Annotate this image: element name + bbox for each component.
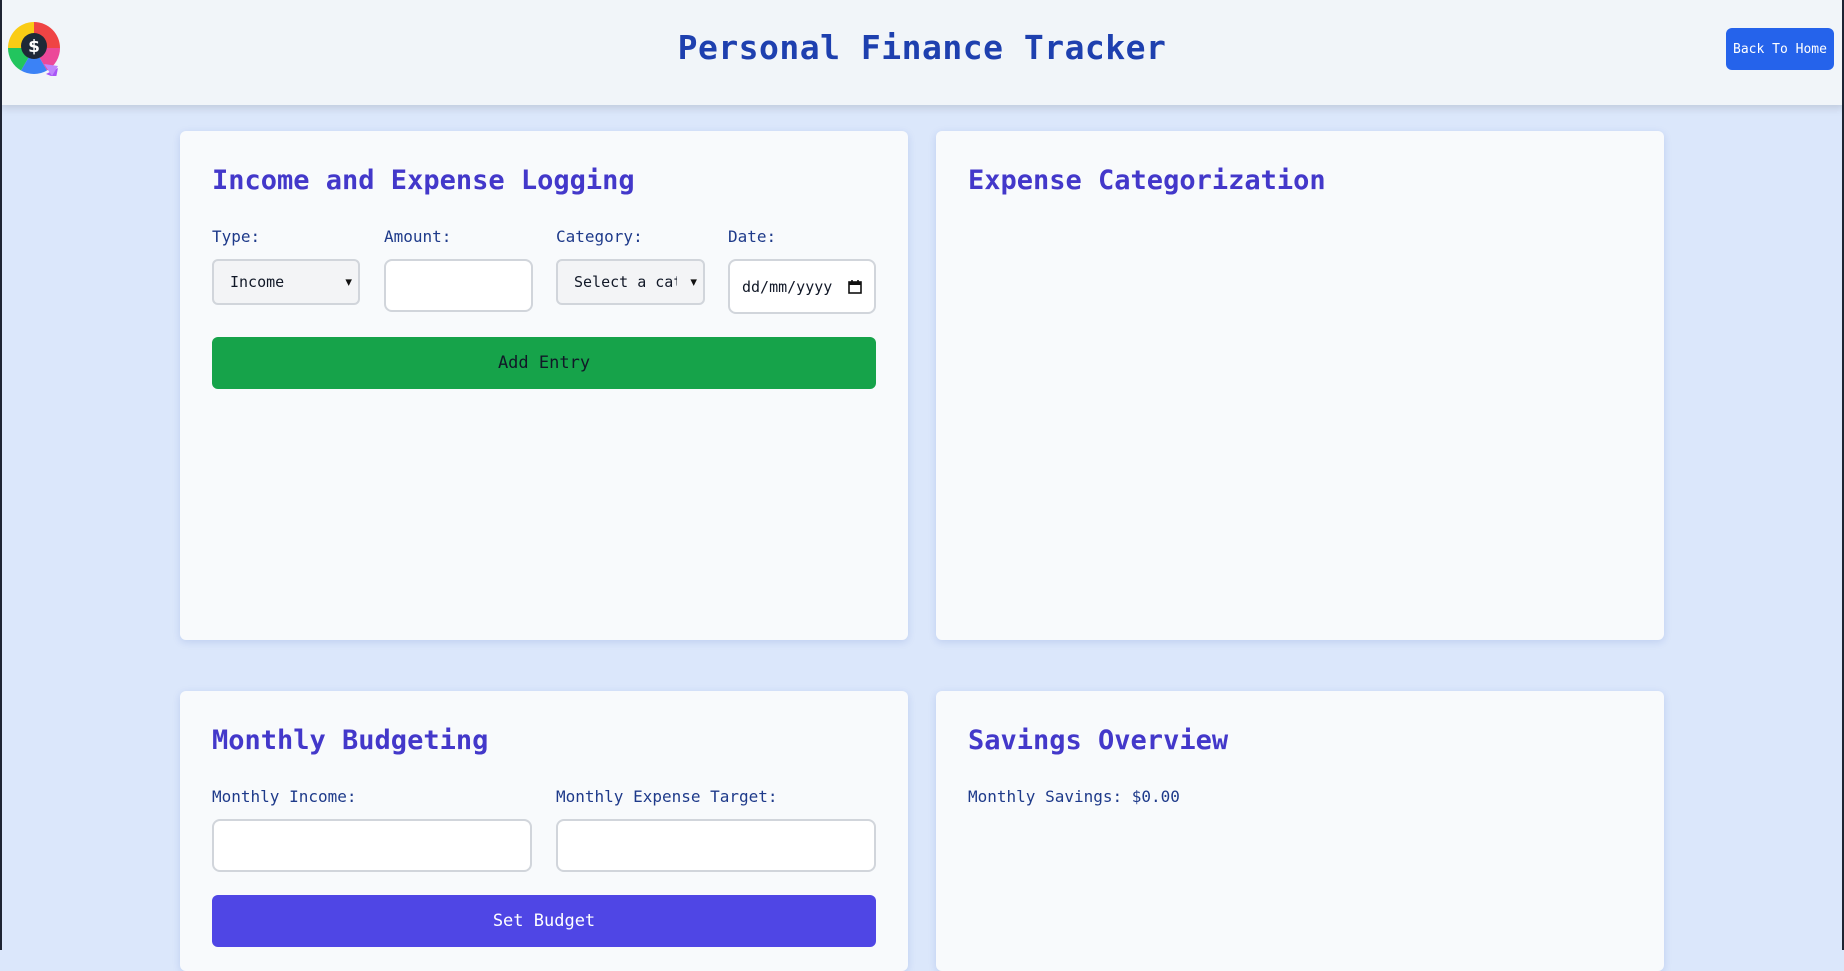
monthly-savings-text: Monthly Savings: $0.00: [968, 787, 1180, 806]
categorization-card-title: Expense Categorization: [968, 165, 1326, 196]
expense-categorization-card: Expense Categorization: [936, 131, 1664, 640]
monthly-budgeting-card: Monthly Budgeting Monthly Income: Monthl…: [180, 691, 908, 971]
chevron-down-icon: ▼: [345, 275, 352, 289]
monthly-income-label: Monthly Income:: [212, 787, 357, 806]
chevron-down-icon: ▼: [690, 275, 697, 289]
monthly-savings-label: Monthly Savings:: [968, 787, 1123, 806]
add-entry-button[interactable]: Add Entry: [212, 337, 876, 389]
monthly-savings-value: $0.00: [1131, 787, 1180, 806]
date-input[interactable]: dd/mm/yyyy: [728, 259, 876, 314]
window-border-left: [0, 0, 2, 950]
date-label: Date:: [728, 227, 777, 246]
page-title: Personal Finance Tracker: [677, 28, 1167, 67]
date-placeholder: dd/mm/yyyy: [742, 277, 833, 296]
logging-card-title: Income and Expense Logging: [212, 165, 635, 196]
amount-label: Amount:: [384, 227, 452, 246]
calendar-icon[interactable]: [848, 279, 862, 294]
type-select[interactable]: Income ▼: [212, 259, 360, 305]
type-select-value: Income: [230, 273, 285, 291]
savings-card-title: Savings Overview: [968, 725, 1229, 756]
savings-overview-card: Savings Overview Monthly Savings: $0.00: [936, 691, 1664, 971]
expense-target-label: Monthly Expense Target:: [556, 787, 778, 806]
category-label: Category:: [556, 227, 643, 246]
app-header: $ Personal Finance Tracker Back To Home: [0, 0, 1844, 105]
back-to-home-button[interactable]: Back To Home: [1726, 28, 1834, 70]
type-label: Type:: [212, 227, 261, 246]
budgeting-card-title: Monthly Budgeting: [212, 725, 489, 756]
set-budget-button[interactable]: Set Budget: [212, 895, 876, 947]
monthly-income-input[interactable]: [212, 819, 532, 872]
category-select-value: Select a category: [574, 273, 677, 291]
income-expense-logging-card: Income and Expense Logging Type: Income …: [180, 131, 908, 640]
amount-input[interactable]: [384, 259, 533, 312]
expense-target-input[interactable]: [556, 819, 876, 872]
category-select[interactable]: Select a category ▼: [556, 259, 705, 305]
